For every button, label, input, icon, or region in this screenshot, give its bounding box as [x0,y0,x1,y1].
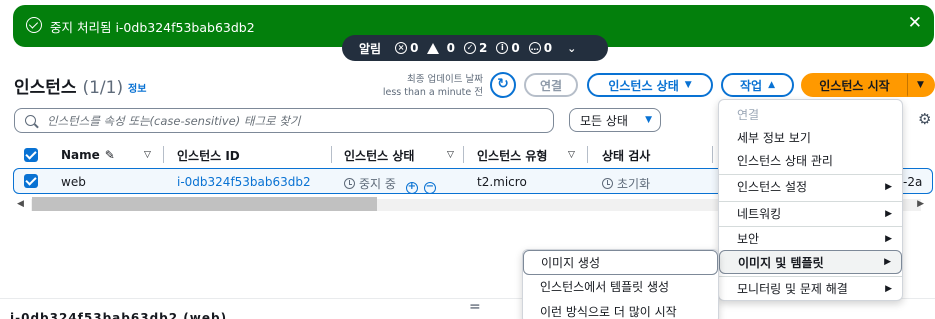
instance-state-button[interactable]: 인스턴스 상태 ▼ [587,73,713,97]
column-header-status-check[interactable]: 상태 검사 [602,144,650,166]
menu-item-connect: 연결 [737,107,760,122]
warning-count: 0 [446,41,455,55]
actions-label: 작업 [739,78,763,93]
menu-item-view-details[interactable]: 세부 정보 보기 [719,125,902,149]
cell-availability-zone: -2a [903,175,923,189]
connect-button[interactable]: 연결 [524,73,578,97]
success-count: 2 [479,41,488,55]
row-checkbox[interactable] [24,174,38,188]
gear-icon[interactable]: ⚙ [918,110,931,128]
menu-item-manage-state[interactable]: 인스턴스 상태 관리 [719,148,902,172]
zoom-out-icon[interactable]: − [423,182,436,194]
sort-icon[interactable]: ▽ [568,144,575,166]
cell-instance-id-link[interactable]: i-0db324f53bab63db2 [177,175,311,189]
scroll-left-icon[interactable]: ◀ [17,199,24,209]
clock-icon [602,178,613,189]
error-count: 0 [410,41,419,55]
connect-label: 연결 [539,78,563,93]
sort-icon[interactable]: ▽ [447,144,454,166]
error-icon: × [395,42,408,54]
chevron-down-icon[interactable]: ⌄ [567,42,576,55]
column-header-instance-id[interactable]: 인스턴스 ID [177,144,240,166]
last-updated-label: 최종 업데이트 날짜 [407,74,483,85]
caret-right-icon: ▶ [885,283,892,294]
caret-right-icon: ▶ [885,181,892,192]
state-filter-select[interactable]: 모든 상태 ▼ [569,108,661,132]
menu-item-security[interactable]: 보안 ▶ [719,226,902,250]
instance-state-label: 인스턴스 상태 [608,78,679,93]
cell-name: web [61,175,86,189]
page-title: 인스턴스 (1/1) [14,73,123,98]
launch-dropdown-button[interactable]: ▼ [907,73,935,97]
in-progress-count: 0 [543,41,553,55]
menu-item-networking[interactable]: 네트워킹 ▶ [719,201,902,225]
menu-item-create-template[interactable]: 인스턴스에서 템플릿 생성 [523,274,718,299]
warning-icon [427,42,440,54]
flash-message: 중지 처리됨 i-0db324f53bab63db2 [50,20,255,35]
caret-right-icon: ▶ [884,257,891,267]
actions-button[interactable]: 작업 ▲ [721,73,794,97]
menu-item-launch-more-like-this[interactable]: 이런 방식으로 더 많이 시작 [523,299,718,319]
info-icon: i [496,42,509,54]
caret-right-icon: ▶ [885,208,892,219]
clock-icon [344,178,355,189]
caret-down-icon: ▼ [645,115,652,125]
success-icon: ✓ [464,42,476,54]
launch-instances-button[interactable]: 인스턴스 시작 [801,73,908,97]
cell-instance-state: 중지 중 + − [344,175,436,194]
select-all-checkbox[interactable] [24,148,38,162]
caret-up-icon: ▲ [768,80,775,90]
success-icon [26,17,42,33]
in-progress-icon: … [528,42,541,54]
refresh-button[interactable]: ↻ [490,72,516,98]
caret-down-icon: ▼ [684,80,692,90]
column-header-instance-type[interactable]: 인스턴스 유형 [477,144,547,166]
page-title-text: 인스턴스 [14,78,77,98]
close-icon[interactable]: ✕ [908,13,922,33]
zoom-in-icon[interactable]: + [405,182,418,194]
menu-item-instance-settings[interactable]: 인스턴스 설정 ▶ [719,174,902,198]
caret-down-icon: ▼ [917,80,924,90]
panel-resize-handle[interactable]: = [469,299,481,315]
scrollbar-thumb[interactable] [32,197,377,211]
last-updated: 최종 업데이트 날짜 less than a minute 전 [378,73,483,99]
search-field[interactable] [14,108,554,133]
launch-label: 인스턴스 시작 [819,78,890,93]
cell-instance-type: t2.micro [477,175,527,189]
sort-icon[interactable]: ▽ [144,144,151,166]
edit-icon: ✎ [104,148,115,162]
scroll-right-icon[interactable]: ▶ [917,199,924,209]
notification-label: 알림 [359,41,382,56]
last-updated-value: less than a minute 전 [382,87,483,98]
menu-item-monitor-troubleshoot[interactable]: 모니터링 및 문제 해결 ▶ [719,276,902,300]
instance-count: (1/1) [82,78,124,98]
cell-status-check: 초기화 [602,175,650,192]
info-link[interactable]: 정보 [128,80,146,95]
details-panel-title: i-0db324f53bab63db2 (web) [10,311,228,319]
column-header-instance-state[interactable]: 인스턴스 상태 [344,144,414,166]
state-filter-label: 모든 상태 [580,113,628,128]
caret-right-icon: ▶ [885,233,892,244]
notification-summary[interactable]: 알림 × 0 0 ✓ 2 i0 … 0 ⌄ [342,35,608,61]
column-header-name[interactable]: Name ✎ [61,144,115,166]
actions-menu: 연결 세부 정보 보기 인스턴스 상태 관리 인스턴스 설정 ▶ 네트워킹 ▶ 보안… [718,99,903,301]
images-templates-submenu: 이미지 생성 인스턴스에서 템플릿 생성 이런 방식으로 더 많이 시작 [522,249,719,319]
menu-item-images-templates[interactable]: 이미지 및 템플릿 ▶ [719,250,902,274]
search-input[interactable] [47,113,527,128]
info-count: 0 [511,41,520,55]
search-icon [25,115,36,126]
menu-item-create-image[interactable]: 이미지 생성 [523,250,718,275]
